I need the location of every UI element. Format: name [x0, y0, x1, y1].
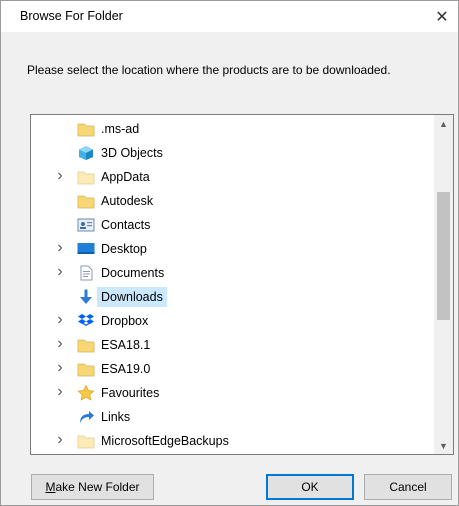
tree-item[interactable]: › AppData [31, 165, 432, 189]
folder-light-icon [77, 433, 95, 449]
tree-item-label: Downloads [101, 290, 163, 304]
tree-item[interactable]: Autodesk [31, 189, 432, 213]
make-new-folder-label: ake New Folder [55, 480, 140, 494]
folder-tree-rows: .ms-ad 3D Objects › AppData Autodesk Contacts… [31, 117, 432, 453]
folder-icon [77, 337, 95, 353]
browse-for-folder-dialog: Browse For Folder ✕ Please select the lo… [0, 0, 459, 506]
tree-item[interactable]: .ms-ad [31, 117, 432, 141]
title-bar: Browse For Folder ✕ [1, 1, 458, 32]
star-icon [77, 384, 95, 401]
contacts-icon [77, 217, 95, 233]
tree-item-label: .ms-ad [101, 122, 140, 136]
folder-icon [77, 193, 95, 209]
tree-item[interactable]: › Desktop [31, 237, 432, 261]
tree-item-label: AppData [101, 170, 150, 184]
tree-item-label-box: 3D Objects [97, 143, 167, 163]
tree-item[interactable]: › Dropbox [31, 309, 432, 333]
3d-objects-icon [77, 145, 95, 161]
tree-item[interactable]: › MicrosoftEdgeBackups [31, 429, 432, 453]
folder-icon [77, 361, 95, 377]
dropbox-icon [77, 313, 95, 329]
tree-item-label: Documents [101, 266, 165, 280]
chevron-right-icon[interactable]: › [55, 360, 65, 376]
folder-icon [77, 121, 95, 137]
tree-item-label-box: Documents [97, 263, 168, 283]
tree-item[interactable]: › ESA19.0 [31, 357, 432, 381]
close-button[interactable]: ✕ [426, 1, 458, 32]
vertical-scrollbar[interactable]: ▲ ▼ [434, 115, 453, 454]
scrollbar-thumb[interactable] [437, 192, 450, 320]
chevron-right-icon[interactable]: › [55, 168, 65, 184]
instruction-text: Please select the location where the pro… [27, 63, 391, 77]
tree-item-label-box: ESA19.0 [97, 359, 154, 379]
chevron-down-icon: ▼ [439, 440, 448, 451]
tree-item-label: Desktop [101, 242, 147, 256]
tree-item-label-box: MicrosoftEdgeBackups [97, 431, 233, 451]
close-icon: ✕ [435, 8, 449, 26]
tree-item[interactable]: › ESA18.1 [31, 333, 432, 357]
tree-item-label: Links [101, 410, 131, 424]
chevron-right-icon[interactable]: › [55, 240, 65, 256]
tree-item-label-box: AppData [97, 167, 154, 187]
folder-light-icon [77, 169, 95, 185]
tree-item[interactable]: 3D Objects [31, 141, 432, 165]
tree-item-label-box: ESA18.1 [97, 335, 154, 355]
scroll-up-button[interactable]: ▲ [434, 115, 453, 132]
tree-item-label: ESA18.1 [101, 338, 151, 352]
tree-item-label-box: Desktop [97, 239, 151, 259]
tree-item-label: MicrosoftEdgeBackups [101, 434, 229, 448]
tree-item-label: 3D Objects [101, 146, 163, 160]
folder-tree[interactable]: .ms-ad 3D Objects › AppData Autodesk Contacts… [30, 114, 454, 455]
documents-icon [77, 265, 95, 281]
chevron-right-icon[interactable]: › [55, 432, 65, 448]
chevron-right-icon[interactable]: › [55, 336, 65, 352]
tree-item-label-box: Contacts [97, 215, 154, 235]
tree-item[interactable]: › Documents [31, 261, 432, 285]
tree-item-label: Autodesk [101, 194, 154, 208]
links-icon [77, 409, 95, 425]
tree-item-label-box: Dropbox [97, 311, 152, 331]
tree-item[interactable]: Contacts [31, 213, 432, 237]
tree-item-label-box: .ms-ad [97, 119, 143, 139]
tree-item-label: Favourites [101, 386, 160, 400]
ok-button[interactable]: OK [266, 474, 354, 500]
make-new-folder-button[interactable]: Make New Folder [31, 474, 154, 500]
tree-item[interactable]: Downloads [31, 285, 432, 309]
make-new-folder-mnemonic: M [45, 480, 56, 494]
chevron-right-icon[interactable]: › [55, 264, 65, 280]
tree-item[interactable]: › Favourites [31, 381, 432, 405]
cancel-button[interactable]: Cancel [364, 474, 452, 500]
tree-item-label: Contacts [101, 218, 151, 232]
scroll-down-button[interactable]: ▼ [434, 437, 453, 454]
window-title: Browse For Folder [20, 9, 123, 23]
tree-item-label-box: Downloads [97, 287, 167, 307]
tree-item-label-box: Favourites [97, 383, 163, 403]
chevron-right-icon[interactable]: › [55, 312, 65, 328]
chevron-right-icon[interactable]: › [55, 384, 65, 400]
desktop-icon [77, 241, 95, 257]
tree-item-label: ESA19.0 [101, 362, 151, 376]
tree-item-label-box: Autodesk [97, 191, 157, 211]
chevron-up-icon: ▲ [439, 118, 448, 129]
tree-item-label-box: Links [97, 407, 134, 427]
tree-item-label: Dropbox [101, 314, 149, 328]
tree-item[interactable]: Links [31, 405, 432, 429]
downloads-icon [77, 289, 95, 305]
